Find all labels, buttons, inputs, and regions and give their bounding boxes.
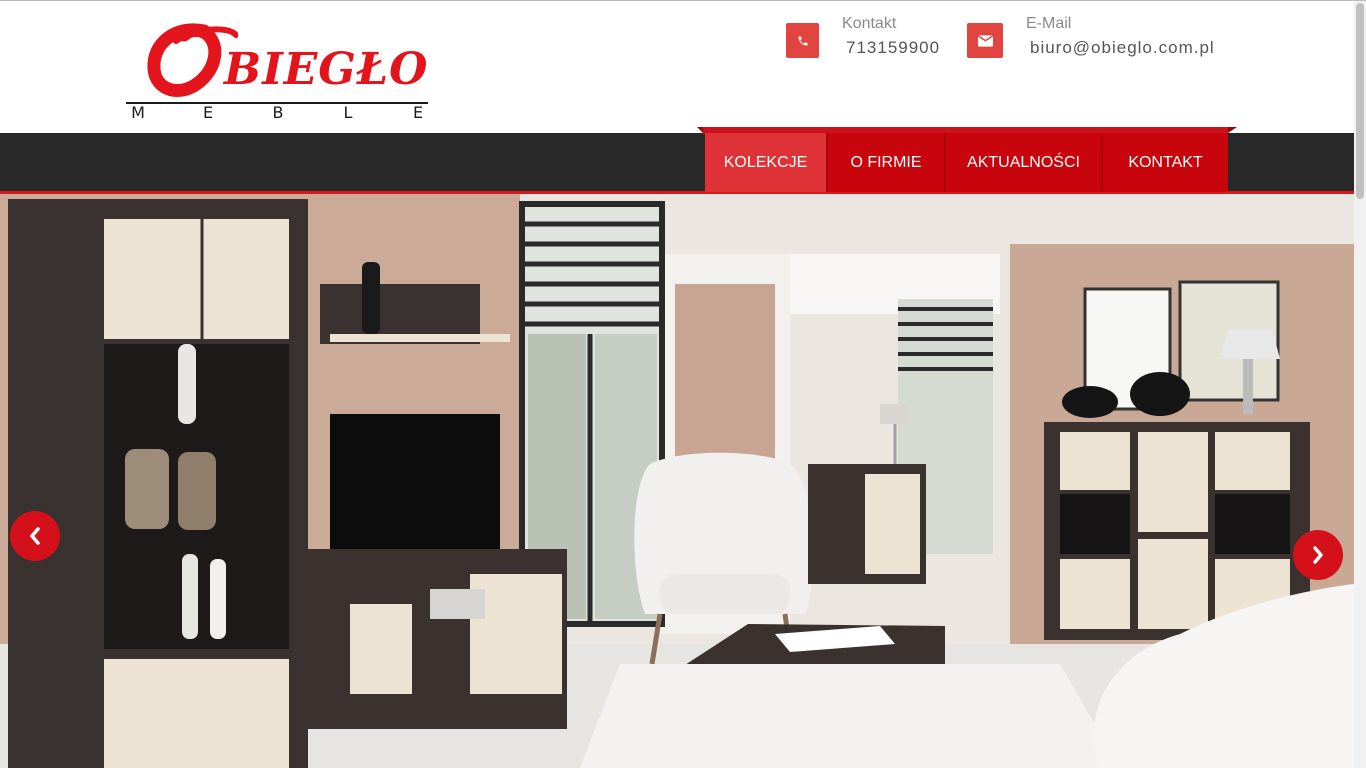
page-scrollbar[interactable]: [1354, 1, 1366, 768]
contact-email-value[interactable]: biuro@obieglo.com.pl: [1030, 38, 1215, 58]
logo[interactable]: BIEGŁO M E B L E: [126, 19, 428, 123]
phone-icon: [786, 23, 819, 58]
nav-item-aktualnosci[interactable]: AKTUALNOŚCI: [946, 133, 1103, 192]
contact-phone-label: Kontakt: [842, 15, 897, 32]
chevron-left-icon: [30, 527, 40, 545]
hero-slider: [0, 194, 1354, 768]
nav-item-kolekcje[interactable]: KOLEKCJE: [705, 133, 828, 192]
contact-email-label: E-Mail: [1026, 15, 1072, 32]
chevron-right-icon: [1313, 546, 1323, 564]
main-nav: KOLEKCJE O FIRMIE AKTUALNOŚCI KONTAKT: [705, 133, 1228, 192]
logo-subtitle-letter: L: [343, 103, 353, 122]
nav-ribbon-fold-left: [697, 127, 703, 133]
logo-subtitle-letter: B: [272, 103, 284, 122]
logo-subtitle: M E B L E: [128, 105, 428, 121]
nav-item-o-firmie[interactable]: O FIRMIE: [828, 133, 946, 192]
logo-subtitle-letter: M: [131, 103, 145, 122]
nav-ribbon-fold-right: [1228, 127, 1237, 133]
site-header: BIEGŁO M E B L E Kontakt 713159900 E-Mai…: [0, 1, 1366, 133]
contact-phone-value[interactable]: 713159900: [846, 38, 940, 58]
scrollbar-thumb[interactable]: [1356, 3, 1364, 199]
logo-subtitle-letter: E: [202, 103, 214, 122]
slider-prev-button[interactable]: [10, 511, 60, 561]
hero-slide-image: [0, 194, 1354, 768]
envelope-icon: [967, 23, 1003, 58]
logo-wordmark: BIEGŁO: [224, 44, 429, 95]
nav-item-kontakt[interactable]: KONTAKT: [1103, 133, 1228, 192]
slider-next-button[interactable]: [1293, 530, 1343, 580]
logo-subtitle-letter: E: [412, 103, 424, 122]
